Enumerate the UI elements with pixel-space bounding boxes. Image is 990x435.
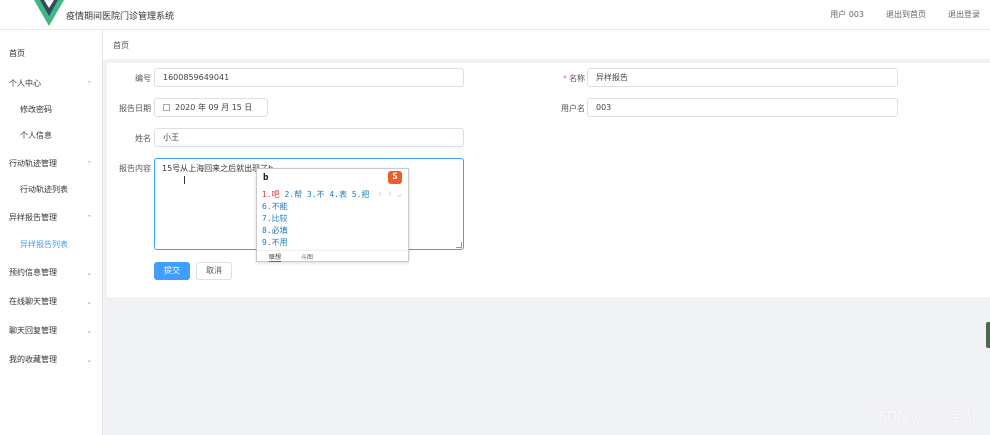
ime-candidate-8[interactable]: 8.必填 xyxy=(262,225,288,236)
chevron-down-icon: ⌄ xyxy=(86,298,92,306)
calendar-icon xyxy=(163,104,170,111)
sidebar-item-label: 个人信息 xyxy=(20,131,52,140)
sidebar-item-report-list[interactable]: 异样报告列表 xyxy=(0,235,103,255)
sidebar-item-chat-management[interactable]: 在线聊天管理 ⌄ xyxy=(0,292,103,312)
sidebar-item-label: 预约信息管理 xyxy=(9,268,57,277)
person-name-field[interactable]: 小王 xyxy=(154,128,464,147)
date-label: 报告日期 xyxy=(119,104,151,113)
sidebar-item-label: 聊天回复管理 xyxy=(9,326,57,335)
sidebar-item-label: 修改密码 xyxy=(20,105,52,114)
sidebar-item-change-password[interactable]: 修改密码 xyxy=(0,100,103,120)
side-handle[interactable] xyxy=(986,322,990,348)
resize-handle-icon[interactable] xyxy=(456,242,462,248)
ime-tab-sticker[interactable]: 斗图 xyxy=(301,252,313,261)
text-cursor-icon xyxy=(184,176,185,184)
ime-candidate-row: 1.吧 2.帮 3.不 4.表 5.把 xyxy=(262,189,369,200)
sidebar-item-track-management[interactable]: 行动轨迹管理 ⌃ xyxy=(0,154,103,174)
ime-tabs: 联想 斗图 xyxy=(257,250,408,262)
id-field[interactable]: 1600859649041 xyxy=(154,68,464,87)
chevron-down-icon: ⌄ xyxy=(86,327,92,335)
cancel-button[interactable]: 取消 xyxy=(196,262,232,280)
date-picker[interactable]: 2020 年 09 月 15 日 xyxy=(154,98,268,117)
sidebar-item-label: 个人中心 xyxy=(9,79,41,88)
content-label: 报告内容 xyxy=(119,164,151,173)
top-bar: 疫情期间医院门诊管理系统 用户 003 退出到首页 退出登录 xyxy=(0,0,990,30)
sidebar-item-track-list[interactable]: 行动轨迹列表 xyxy=(0,180,103,200)
sidebar: 首页 个人中心 ⌃ 修改密码 个人信息 行动轨迹管理 ⌃ 行动轨迹列表 异样报告… xyxy=(0,30,103,435)
sidebar-item-report-management[interactable]: 异样报告管理 ⌃ xyxy=(0,208,103,228)
ime-tab-association[interactable]: 联想 xyxy=(269,252,282,262)
submit-button[interactable]: 提交 xyxy=(154,262,190,280)
username-label: 用户名 xyxy=(561,104,585,113)
top-links: 用户 003 退出到首页 退出登录 xyxy=(830,9,980,20)
ime-candidate-6[interactable]: 6.不能 xyxy=(262,201,288,212)
sidebar-item-label: 首页 xyxy=(9,49,25,58)
name-label: * 名称 xyxy=(547,73,585,84)
user-label: 用户 003 xyxy=(830,10,864,19)
breadcrumb[interactable]: 首页 xyxy=(113,40,129,51)
ime-composition: b xyxy=(263,173,269,183)
logout-link[interactable]: 退出登录 xyxy=(948,9,980,20)
sidebar-item-label: 在线聊天管理 xyxy=(9,297,57,306)
vue-logo-icon xyxy=(34,0,64,26)
breadcrumb-bar: 首页 xyxy=(103,30,990,59)
sidebar-item-reply-management[interactable]: 聊天回复管理 ⌄ xyxy=(0,321,103,341)
report-form: 编号 1600859649041 * 名称 异样报告 报告日期 2020 年 09… xyxy=(107,63,990,297)
chevron-down-icon: ⌄ xyxy=(86,269,92,277)
ime-candidates-2-5[interactable]: 2.帮 3.不 4.表 5.把 xyxy=(280,190,369,199)
sidebar-item-appointment-management[interactable]: 预约信息管理 ⌄ xyxy=(0,263,103,283)
ime-candidate-1[interactable]: 1.吧 xyxy=(262,190,280,199)
chevron-up-icon: ⌃ xyxy=(86,80,92,88)
sidebar-item-home[interactable]: 首页 xyxy=(0,44,103,64)
main-content: 首页 编号 1600859649041 * 名称 异样报告 报告日期 2020 年… xyxy=(103,30,990,435)
ime-candidate-popup: b S 1.吧 2.帮 3.不 4.表 5.把 ‹ › ⌄ 6.不能 7.比较 … xyxy=(256,168,409,262)
watermark: CSDN @小助手AI xyxy=(870,410,976,425)
back-home-link[interactable]: 退出到首页 xyxy=(886,9,926,20)
sidebar-item-label: 我的收藏管理 xyxy=(9,355,57,364)
sidebar-item-personal-center[interactable]: 个人中心 ⌃ xyxy=(0,74,103,94)
username-field[interactable]: 003 xyxy=(587,98,898,117)
app-title: 疫情期间医院门诊管理系统 xyxy=(66,12,175,22)
required-mark: * xyxy=(563,74,567,83)
ime-page-nav-icon[interactable]: ‹ › ⌄ xyxy=(378,189,402,198)
sidebar-item-label: 行动轨迹管理 xyxy=(9,159,57,168)
chevron-down-icon: ⌄ xyxy=(86,356,92,364)
chevron-up-icon: ⌃ xyxy=(86,214,92,222)
chevron-up-icon: ⌃ xyxy=(86,160,92,168)
sidebar-item-label: 异样报告列表 xyxy=(20,240,68,249)
sidebar-item-label: 异样报告管理 xyxy=(9,213,57,222)
sogou-logo-icon: S xyxy=(388,171,402,184)
ime-candidate-9[interactable]: 9.不用 xyxy=(262,237,288,248)
sidebar-item-favorites-management[interactable]: 我的收藏管理 ⌄ xyxy=(0,350,103,370)
name-label-text: 名称 xyxy=(569,74,585,83)
date-value: 2020 年 09 月 15 日 xyxy=(175,103,253,112)
id-label: 编号 xyxy=(135,74,151,83)
name-field[interactable]: 异样报告 xyxy=(587,68,898,87)
sidebar-item-personal-info[interactable]: 个人信息 xyxy=(0,126,103,146)
sidebar-item-label: 行动轨迹列表 xyxy=(20,185,68,194)
person-name-label: 姓名 xyxy=(135,134,151,143)
ime-candidate-7[interactable]: 7.比较 xyxy=(262,213,288,224)
